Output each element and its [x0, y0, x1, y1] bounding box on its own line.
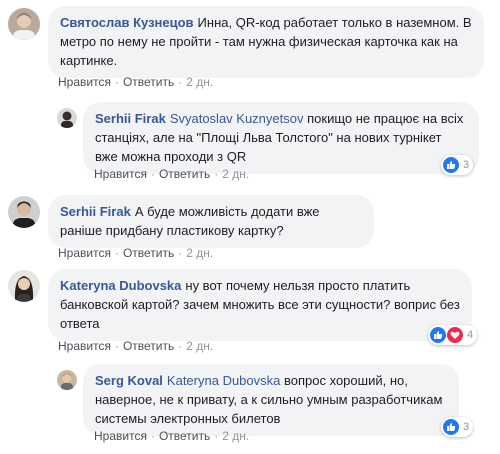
author-name[interactable]: Святослав Кузнецов: [60, 15, 194, 30]
reply-link[interactable]: Ответить: [123, 75, 174, 89]
like-link[interactable]: Нравится: [58, 75, 111, 89]
like-link[interactable]: Нравится: [94, 167, 147, 181]
timestamp[interactable]: 2 дн.: [186, 339, 213, 353]
comment-actions: Нравится · Ответить · 2 дн.: [94, 429, 250, 443]
like-icon: [443, 419, 459, 435]
avatar[interactable]: [57, 108, 77, 128]
avatar[interactable]: [8, 196, 40, 228]
timestamp[interactable]: 2 дн.: [186, 75, 213, 89]
comment-actions: Нравится · Ответить · 2 дн.: [58, 339, 214, 353]
like-icon: [430, 327, 446, 343]
comment-actions: Нравится · Ответить · 2 дн.: [94, 167, 250, 181]
mention-link[interactable]: Kateryna Dubovska: [167, 373, 280, 388]
author-name[interactable]: Kateryna Dubovska: [60, 278, 181, 293]
like-link[interactable]: Нравится: [58, 246, 111, 260]
reply-link[interactable]: Ответить: [159, 167, 210, 181]
timestamp[interactable]: 2 дн.: [222, 429, 249, 443]
avatar[interactable]: [8, 8, 40, 40]
comment-bubble: Святослав Кузнецов Инна, QR-код работает …: [48, 6, 484, 78]
comment-bubble: Serhii Firak Svyatoslav Kuznyetsov покищо…: [83, 102, 479, 174]
reply-link[interactable]: Ответить: [159, 429, 210, 443]
timestamp[interactable]: 2 дн.: [186, 246, 213, 260]
author-name[interactable]: Serg Koval: [95, 373, 163, 388]
timestamp[interactable]: 2 дн.: [222, 167, 249, 181]
avatar[interactable]: [8, 270, 40, 302]
love-icon: [447, 327, 463, 343]
comment-bubble: Serg Koval Kateryna Dubovska вопрос хорош…: [83, 364, 459, 436]
mention-link[interactable]: Svyatoslav Kuznyetsov: [170, 111, 304, 126]
reply-link[interactable]: Ответить: [123, 339, 174, 353]
reaction-count: 3: [463, 421, 470, 433]
like-link[interactable]: Нравится: [94, 429, 147, 443]
like-icon: [443, 157, 459, 173]
comment-bubble: Kateryna Dubovska ну вот почему нельзя пр…: [48, 269, 472, 341]
reactions-badge[interactable]: 3: [441, 417, 474, 437]
avatar[interactable]: [57, 370, 77, 390]
reaction-count: 4: [467, 329, 474, 341]
comment-bubble: Serhii Firak А буде можливість додати вже…: [48, 195, 374, 248]
comment-actions: Нравится · Ответить · 2 дн.: [58, 75, 214, 89]
reactions-badge[interactable]: 3: [441, 155, 474, 175]
author-name[interactable]: Serhii Firak: [60, 204, 131, 219]
reply-link[interactable]: Ответить: [123, 246, 174, 260]
author-name[interactable]: Serhii Firak: [95, 111, 166, 126]
reaction-count: 3: [463, 159, 470, 171]
reactions-badge[interactable]: 4: [428, 325, 478, 345]
comment-actions: Нравится · Ответить · 2 дн.: [58, 246, 214, 260]
like-link[interactable]: Нравится: [58, 339, 111, 353]
